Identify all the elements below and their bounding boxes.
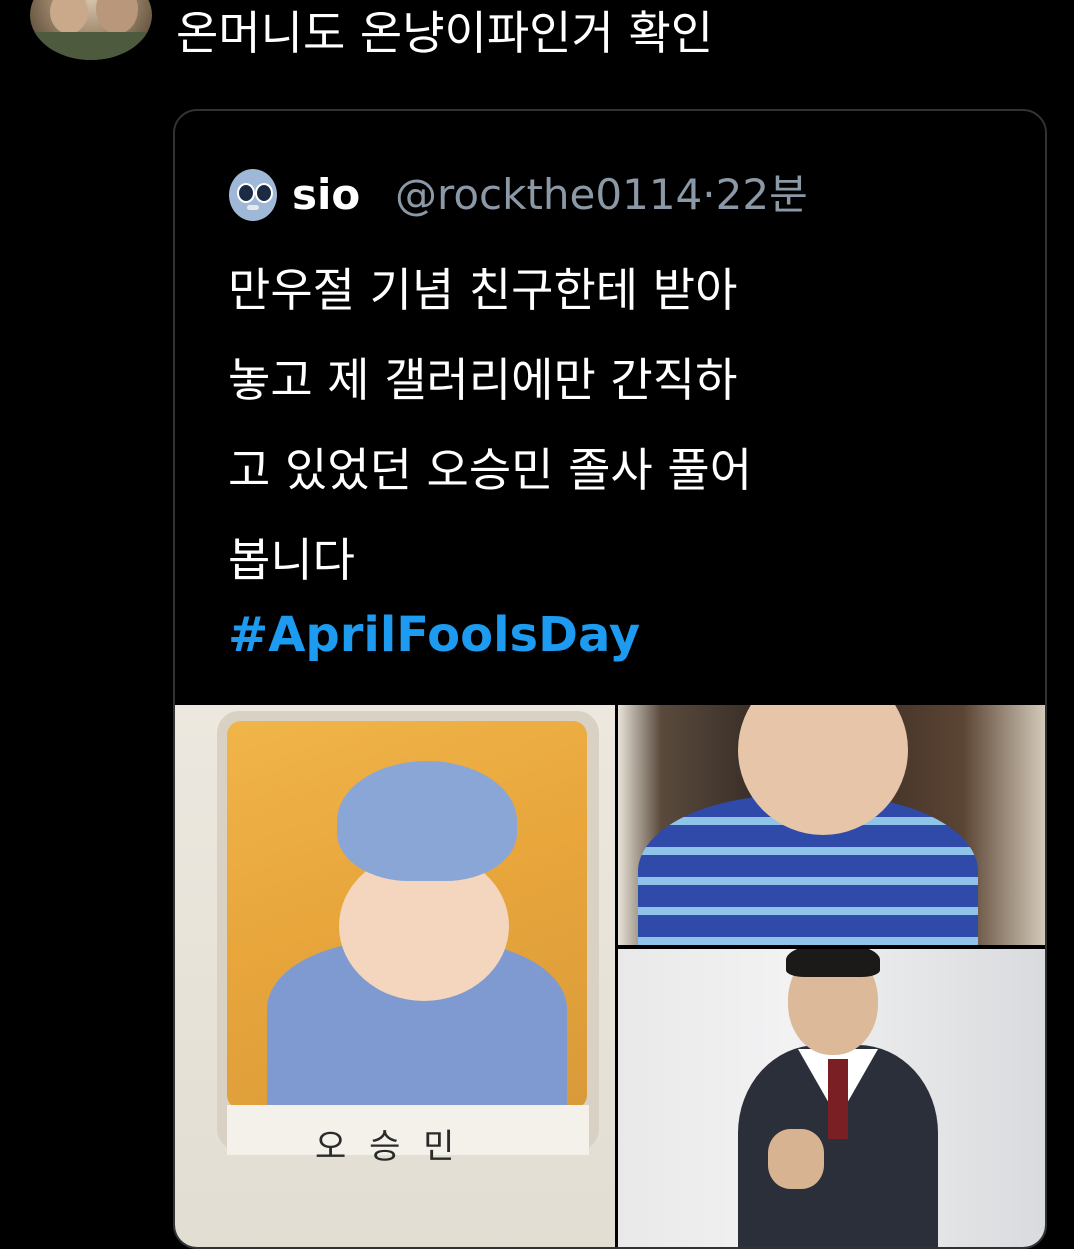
photo-card-frame <box>217 711 599 1151</box>
quoted-author-handle-time: @rockthe0114·22분 <box>395 170 808 219</box>
boy-hair <box>786 949 880 977</box>
photo-boy-uniform[interactable] <box>618 949 1045 1247</box>
avatar-eye-right <box>255 183 273 203</box>
quoted-tweet-card[interactable]: sio @rockthe0114·22분 만우절 기념 친구한테 받아 놓고 제… <box>173 109 1047 1249</box>
avatar-clothing <box>30 32 152 60</box>
photo-boy-striped-shirt[interactable] <box>618 705 1045 945</box>
reply-tweet-text: 온머니도 온냥이파인거 확인 <box>176 6 714 60</box>
finger-heart-hand <box>768 1129 824 1189</box>
photo-handwritten-caption: 오 승 민 <box>315 1127 461 1167</box>
quoted-author-name[interactable]: sio <box>292 169 360 221</box>
quoted-tweet-body: 만우절 기념 친구한테 받아 놓고 제 갤러리에만 간직하 고 있었던 오승민 … <box>228 245 1008 605</box>
avatar-person-left <box>50 0 88 34</box>
body-line: 봅니다 <box>228 533 355 587</box>
uniform-tie <box>828 1059 848 1139</box>
quoted-author-avatar[interactable] <box>229 169 277 221</box>
body-line: 놓고 제 갤러리에만 간직하 <box>228 353 738 407</box>
reply-author-avatar[interactable] <box>30 0 152 60</box>
photo-card-image <box>227 721 587 1109</box>
baby-cat-hat <box>337 761 517 881</box>
avatar-eye-left <box>237 183 255 203</box>
avatar-person-right <box>96 0 138 34</box>
photo-baby-card[interactable]: 오 승 민 <box>175 705 615 1247</box>
avatar-mouth <box>247 205 259 210</box>
hashtag-link[interactable]: #AprilFoolsDay <box>228 605 640 665</box>
body-line: 고 있었던 오승민 졸사 풀어 <box>228 443 753 497</box>
body-line: 만우절 기념 친구한테 받아 <box>228 263 738 317</box>
